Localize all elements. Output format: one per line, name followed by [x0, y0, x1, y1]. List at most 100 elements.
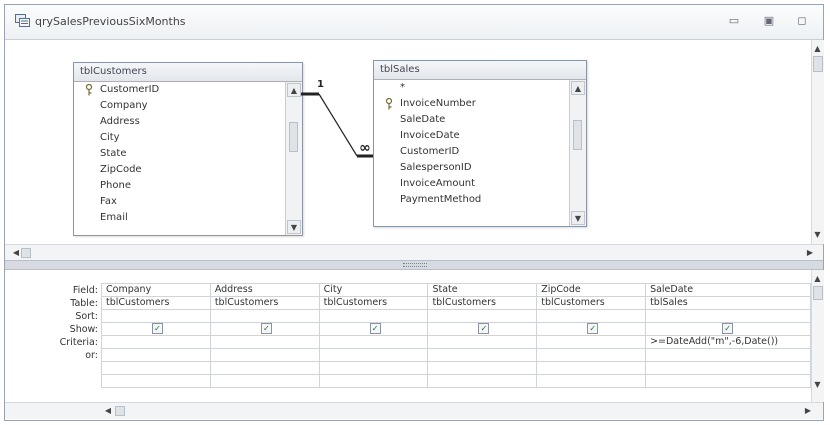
scroll-up-icon[interactable]: ▲	[812, 272, 823, 286]
grid-cell[interactable]	[101, 309, 211, 323]
grid-cell[interactable]	[536, 361, 647, 375]
field-item[interactable]: CustomerID	[374, 144, 568, 160]
scroll-down-icon[interactable]: ▼	[571, 211, 585, 225]
scroll-right-icon[interactable]: ▶	[801, 404, 815, 418]
field-item[interactable]: InvoiceDate	[374, 128, 568, 144]
grid-cell[interactable]	[427, 361, 538, 375]
grid-cell[interactable]	[427, 335, 538, 349]
grid-cell[interactable]	[427, 309, 538, 323]
grid-cell[interactable]	[645, 348, 811, 362]
table-sales[interactable]: tblSales * InvoiceNumber SaleDate Invoic…	[373, 60, 587, 227]
grid-cell[interactable]	[101, 374, 211, 388]
grid-cell[interactable]	[536, 335, 647, 349]
grid-cell[interactable]: SaleDate	[645, 283, 811, 297]
grid-cell[interactable]: ZipCode	[536, 283, 647, 297]
grid-cell[interactable]	[318, 348, 429, 362]
scroll-thumb[interactable]	[813, 286, 823, 300]
grid-cell[interactable]: State	[427, 283, 538, 297]
table-sales-title[interactable]: tblSales	[374, 61, 586, 80]
field-item[interactable]: SalespersonID	[374, 160, 568, 176]
grid-cell[interactable]	[209, 361, 320, 375]
grid-cell[interactable]	[427, 374, 538, 388]
minimize-icon[interactable]: ▭	[727, 15, 741, 27]
grid-row-show: ✓ ✓ ✓ ✓ ✓ ✓	[101, 322, 811, 336]
field-item[interactable]: PaymentMethod	[374, 192, 568, 208]
grid-cell[interactable]	[318, 335, 429, 349]
field-item[interactable]: InvoiceAmount	[374, 176, 568, 192]
field-item[interactable]: Address	[74, 114, 284, 130]
splitter-grip[interactable]	[403, 263, 427, 267]
grid-cell[interactable]	[101, 335, 211, 349]
scroll-down-icon[interactable]: ▼	[287, 220, 301, 234]
sales-scrollbar[interactable]: ▲ ▼	[569, 80, 586, 226]
scroll-down-icon[interactable]: ▼	[812, 228, 823, 242]
field-item[interactable]: InvoiceNumber	[374, 96, 568, 112]
grid-cell[interactable]	[536, 348, 647, 362]
grid-cell[interactable]: Company	[101, 283, 211, 297]
scroll-thumb[interactable]	[21, 248, 31, 258]
show-checkbox[interactable]: ✓	[260, 323, 272, 334]
show-checkbox[interactable]: ✓	[152, 323, 163, 334]
scroll-down-icon[interactable]: ▼	[812, 378, 823, 392]
grid-cell[interactable]	[645, 361, 811, 375]
grid-cell[interactable]	[209, 309, 320, 323]
grid-cell[interactable]: tblSales	[645, 296, 811, 310]
table-pane-hscroll[interactable]: ◀ ▶	[5, 244, 823, 261]
grid-cell[interactable]	[427, 348, 538, 362]
customers-scrollbar[interactable]: ▲ ▼	[285, 82, 302, 235]
grid-cell[interactable]	[209, 348, 320, 362]
table-customers-title[interactable]: tblCustomers	[74, 63, 302, 82]
scroll-up-icon[interactable]: ▲	[812, 42, 823, 56]
scroll-up-icon[interactable]: ▲	[287, 83, 301, 97]
pane-splitter[interactable]	[5, 260, 823, 270]
field-item[interactable]: CustomerID	[74, 82, 284, 98]
grid-cell[interactable]: tblCustomers	[318, 296, 429, 310]
grid-cell[interactable]	[536, 374, 647, 388]
scroll-thumb[interactable]	[289, 122, 298, 152]
close-icon[interactable]: ◻	[795, 15, 809, 27]
grid-cell[interactable]: tblCustomers	[101, 296, 211, 310]
relationship-line[interactable]	[301, 80, 381, 170]
grid-cell[interactable]	[209, 374, 320, 388]
scroll-left-icon[interactable]: ◀	[101, 404, 115, 418]
grid-cell[interactable]	[209, 335, 320, 349]
grid-hscroll[interactable]: ◀ ▶	[5, 402, 823, 419]
grid-cell[interactable]	[318, 361, 429, 375]
grid-cell[interactable]	[645, 309, 811, 323]
restore-icon[interactable]: ▣	[762, 15, 776, 27]
grid-cell[interactable]: City	[318, 283, 429, 297]
title-bar[interactable]: qrySalesPreviousSixMonths ▭ ▣ ◻	[5, 5, 823, 40]
field-item[interactable]: Fax	[74, 194, 284, 210]
scroll-up-icon[interactable]: ▲	[571, 81, 585, 95]
field-item[interactable]: Email	[74, 210, 284, 226]
field-item[interactable]: SaleDate	[374, 112, 568, 128]
scroll-right-icon[interactable]: ▶	[803, 246, 817, 260]
show-checkbox[interactable]: ✓	[478, 323, 490, 334]
grid-vscroll[interactable]: ▲ ▼	[811, 270, 824, 402]
grid-cell[interactable]	[536, 309, 647, 323]
grid-cell[interactable]	[318, 309, 429, 323]
scroll-thumb[interactable]	[813, 56, 823, 72]
grid-cell[interactable]: tblCustomers	[536, 296, 647, 310]
grid-cell[interactable]: tblCustomers	[209, 296, 320, 310]
grid-cell[interactable]	[645, 374, 811, 388]
field-item[interactable]: *	[374, 80, 568, 96]
field-item[interactable]: ZipCode	[74, 162, 284, 178]
grid-cell[interactable]: Address	[209, 283, 320, 297]
table-customers[interactable]: tblCustomers CustomerID Company Address …	[73, 62, 303, 236]
scroll-thumb[interactable]	[573, 120, 582, 150]
grid-cell[interactable]	[101, 348, 211, 362]
scroll-thumb[interactable]	[115, 406, 125, 416]
show-checkbox[interactable]: ✓	[587, 323, 599, 334]
grid-cell[interactable]: tblCustomers	[427, 296, 538, 310]
field-item[interactable]: City	[74, 130, 284, 146]
field-item[interactable]: State	[74, 146, 284, 162]
field-item[interactable]: Phone	[74, 178, 284, 194]
grid-cell[interactable]	[318, 374, 429, 388]
show-checkbox[interactable]: ✓	[369, 323, 381, 334]
criteria-cell-saledate[interactable]: >=DateAdd("m",-6,Date())	[645, 335, 811, 349]
grid-cell[interactable]	[101, 361, 211, 375]
table-pane-vscroll[interactable]: ▲ ▼	[811, 40, 824, 244]
show-checkbox[interactable]: ✓	[722, 323, 734, 334]
field-item[interactable]: Company	[74, 98, 284, 114]
